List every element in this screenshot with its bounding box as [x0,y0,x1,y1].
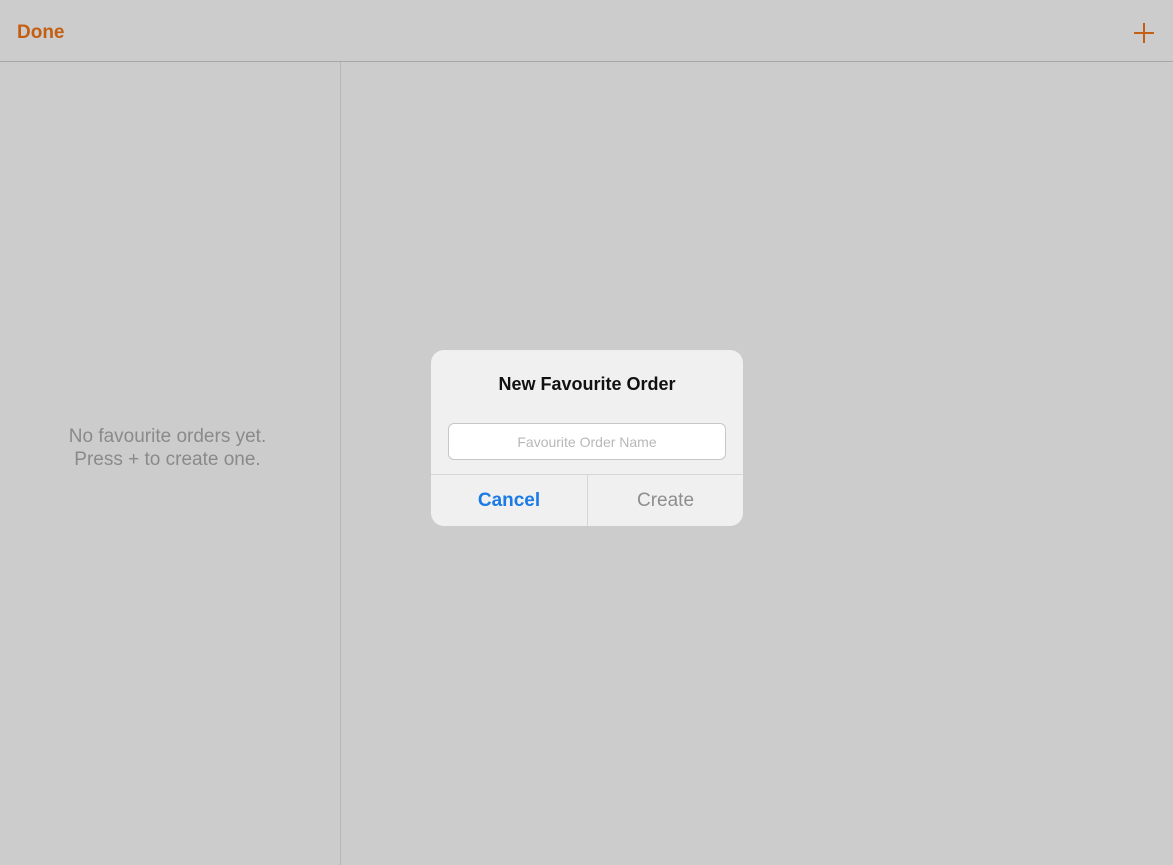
empty-state-message: No favourite orders yet. [68,426,267,447]
navigation-bar: Done [0,0,1173,62]
add-button[interactable] [1133,22,1155,44]
favourite-order-name-input[interactable] [448,423,726,460]
empty-state-hint: Press + to create one. [74,449,261,470]
plus-icon [1134,23,1154,43]
favourite-orders-list: No favourite orders yet. Press + to crea… [0,62,341,865]
done-button[interactable]: Done [17,22,65,44]
create-button[interactable]: Create [588,475,743,526]
dialog-title: New Favourite Order [498,374,676,394]
cancel-button[interactable]: Cancel [431,475,587,526]
new-favourite-order-dialog: New Favourite Order Cancel Create [431,350,743,526]
